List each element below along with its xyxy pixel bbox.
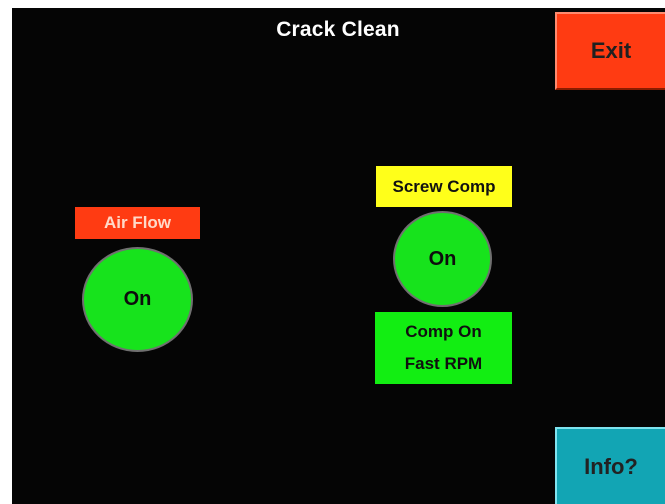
hmi-screen: Crack Clean Exit Info? Air Flow On Screw… xyxy=(0,0,665,504)
screw-comp-indicator[interactable]: On xyxy=(393,211,492,307)
comp-status-line-1: Comp On xyxy=(405,322,482,341)
comp-status-box: Comp On Fast RPM xyxy=(375,312,512,384)
screw-comp-label: Screw Comp xyxy=(376,166,512,207)
comp-status-line-2: Fast RPM xyxy=(404,354,483,373)
exit-button[interactable]: Exit xyxy=(555,12,665,90)
info-button[interactable]: Info? xyxy=(555,427,665,504)
air-flow-indicator[interactable]: On xyxy=(82,247,193,352)
air-flow-label: Air Flow xyxy=(75,207,200,239)
